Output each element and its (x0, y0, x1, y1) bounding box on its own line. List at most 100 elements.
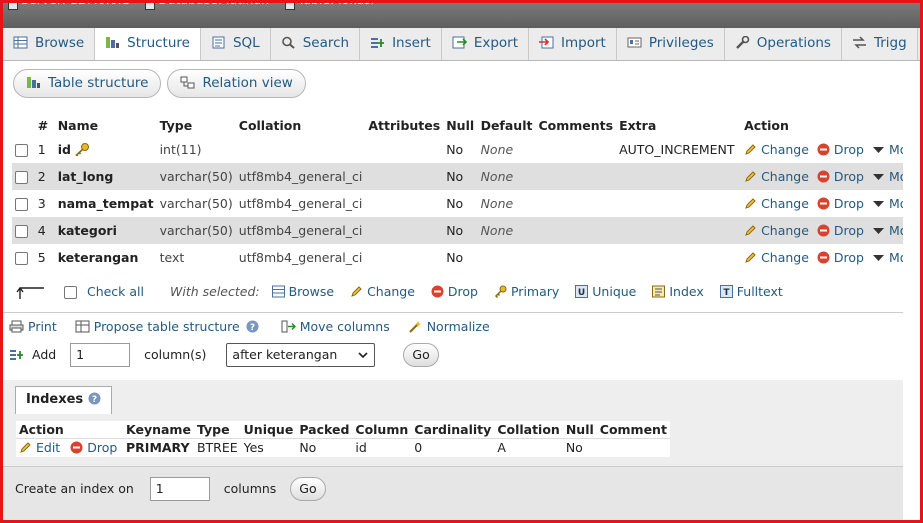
row-extra (616, 190, 742, 217)
subtab-table-structure[interactable]: Table structure (13, 69, 162, 98)
bulk-primary-button[interactable]: Primary (494, 284, 559, 299)
print-link[interactable]: Print (9, 319, 57, 334)
propose-label: Propose table structure (93, 319, 240, 334)
idx-edit-button[interactable]: Edit (19, 440, 60, 455)
structure-table: # Name Type Collation Attributes Null De… (12, 116, 923, 271)
row-attributes (365, 136, 444, 163)
create-index-columns-label: columns (223, 480, 277, 496)
header-type[interactable]: Type (156, 116, 236, 137)
row-default (477, 244, 536, 271)
header-default[interactable]: Default (477, 116, 536, 137)
bulk-fulltext-label: Fulltext (736, 284, 783, 299)
vertical-scrollbar[interactable] (903, 61, 920, 520)
add-column-position-value: after keterangan (232, 347, 338, 362)
bulk-change-button[interactable]: Change (350, 284, 415, 299)
row-drop-button[interactable]: Drop (817, 142, 864, 157)
pencil-icon (745, 171, 756, 182)
tab-export[interactable]: Export (442, 28, 530, 60)
row-change-label: Change (761, 169, 809, 184)
help-icon[interactable]: ? (88, 392, 101, 405)
row-change-button[interactable]: Change (744, 196, 809, 211)
drop-icon (817, 251, 830, 264)
pencil-icon (745, 198, 756, 209)
import-icon (539, 36, 554, 49)
bulk-unique-button[interactable]: U Unique (575, 284, 636, 299)
row-change-button[interactable]: Change (744, 223, 809, 238)
check-all-label[interactable]: Check all (87, 284, 144, 299)
bulk-drop-button[interactable]: Drop (431, 284, 478, 299)
add-column-count-input[interactable]: 1 (70, 343, 131, 367)
tab-operations[interactable]: Operations (725, 28, 842, 60)
idx-drop-button[interactable]: Drop (70, 440, 117, 455)
header-attributes[interactable]: Attributes (365, 116, 444, 137)
row-drop-label: Drop (833, 169, 864, 184)
idx-header-packed: Packed (296, 421, 353, 439)
tab-browse[interactable]: Browse (3, 28, 96, 60)
tab-insert[interactable]: Insert (360, 28, 442, 60)
check-all-checkbox[interactable] (63, 286, 77, 299)
move-columns-link[interactable]: Move columns (281, 319, 390, 334)
row-change-button[interactable]: Change (744, 142, 809, 157)
normalize-label: Normalize (426, 319, 490, 334)
create-index-go-button[interactable]: Go (290, 477, 326, 501)
row-checkbox[interactable] (15, 225, 28, 238)
header-extra[interactable]: Extra (616, 116, 742, 137)
row-name: keterangan (57, 250, 139, 265)
row-drop-button[interactable]: Drop (817, 250, 864, 265)
row-name: id (57, 142, 71, 158)
relation-icon (180, 76, 195, 89)
breadcrumb-sep: » (134, 0, 142, 10)
row-checkbox[interactable] (15, 198, 28, 211)
row-num: 2 (34, 163, 55, 190)
export-icon (452, 36, 467, 49)
help-icon[interactable]: ? (246, 320, 259, 333)
bulk-fulltext-button[interactable]: T Fulltext (719, 284, 783, 299)
svg-text:U: U (578, 288, 585, 298)
idx-header-cardinality: Cardinality (411, 421, 495, 439)
header-collation[interactable]: Collation (235, 116, 366, 137)
tab-search[interactable]: Search (271, 28, 361, 60)
bulk-browse-button[interactable]: Browse (271, 284, 334, 299)
key-icon (494, 285, 507, 298)
breadcrumb-table[interactable]: Table: lokasi (298, 0, 374, 10)
row-actions-cell: ChangeDropMore (741, 217, 923, 244)
row-change-button[interactable]: Change (744, 250, 809, 265)
add-column-position-select[interactable]: after keterangan (226, 343, 376, 367)
bulk-index-button[interactable]: Index (652, 284, 704, 299)
row-drop-button[interactable]: Drop (817, 169, 864, 184)
tab-import[interactable]: Import (529, 28, 617, 60)
breadcrumb-server[interactable]: Server: 127.0.0.1 (21, 0, 130, 10)
create-index-count-input[interactable]: 1 (149, 477, 210, 501)
row-checkbox[interactable] (15, 252, 28, 265)
tab-sql[interactable]: SQL (201, 28, 271, 60)
pencil-icon (745, 225, 756, 236)
tab-structure[interactable]: Structure (95, 28, 201, 60)
row-drop-button[interactable]: Drop (817, 223, 864, 238)
breadcrumb-database[interactable]: Database: latihan (158, 0, 269, 10)
row-change-button[interactable]: Change (744, 169, 809, 184)
header-null[interactable]: Null (443, 116, 478, 137)
row-drop-button[interactable]: Drop (817, 196, 864, 211)
add-columns-label: column(s) (144, 346, 207, 362)
subtab-relation-view[interactable]: Relation view (167, 69, 306, 98)
header-comments[interactable]: Comments (535, 116, 617, 137)
row-checkbox[interactable] (15, 144, 28, 158)
row-checkbox[interactable] (15, 171, 28, 184)
caret-down-icon (873, 255, 884, 261)
row-name-cell: nama_tempat (54, 190, 157, 217)
row-comments (535, 217, 617, 244)
tab-triggers[interactable]: Trigg (842, 28, 918, 60)
column-row: 5 keterangan text utf8mb4_general_ci No Chang… (12, 244, 923, 271)
propose-structure-link[interactable]: Propose table structure? (75, 319, 263, 334)
tab-privileges[interactable]: Privileges (617, 28, 725, 60)
pencil-icon (745, 252, 756, 263)
privileges-icon (627, 37, 642, 48)
add-column-go-button[interactable]: Go (403, 343, 439, 367)
normalize-link[interactable]: Normalize (408, 319, 490, 334)
header-name[interactable]: Name (54, 116, 157, 137)
caret-down-icon (873, 174, 884, 180)
indexes-title: Indexes (26, 392, 84, 407)
drop-icon (70, 441, 83, 454)
database-icon (145, 1, 156, 10)
idx-header-type: Type (193, 421, 241, 439)
